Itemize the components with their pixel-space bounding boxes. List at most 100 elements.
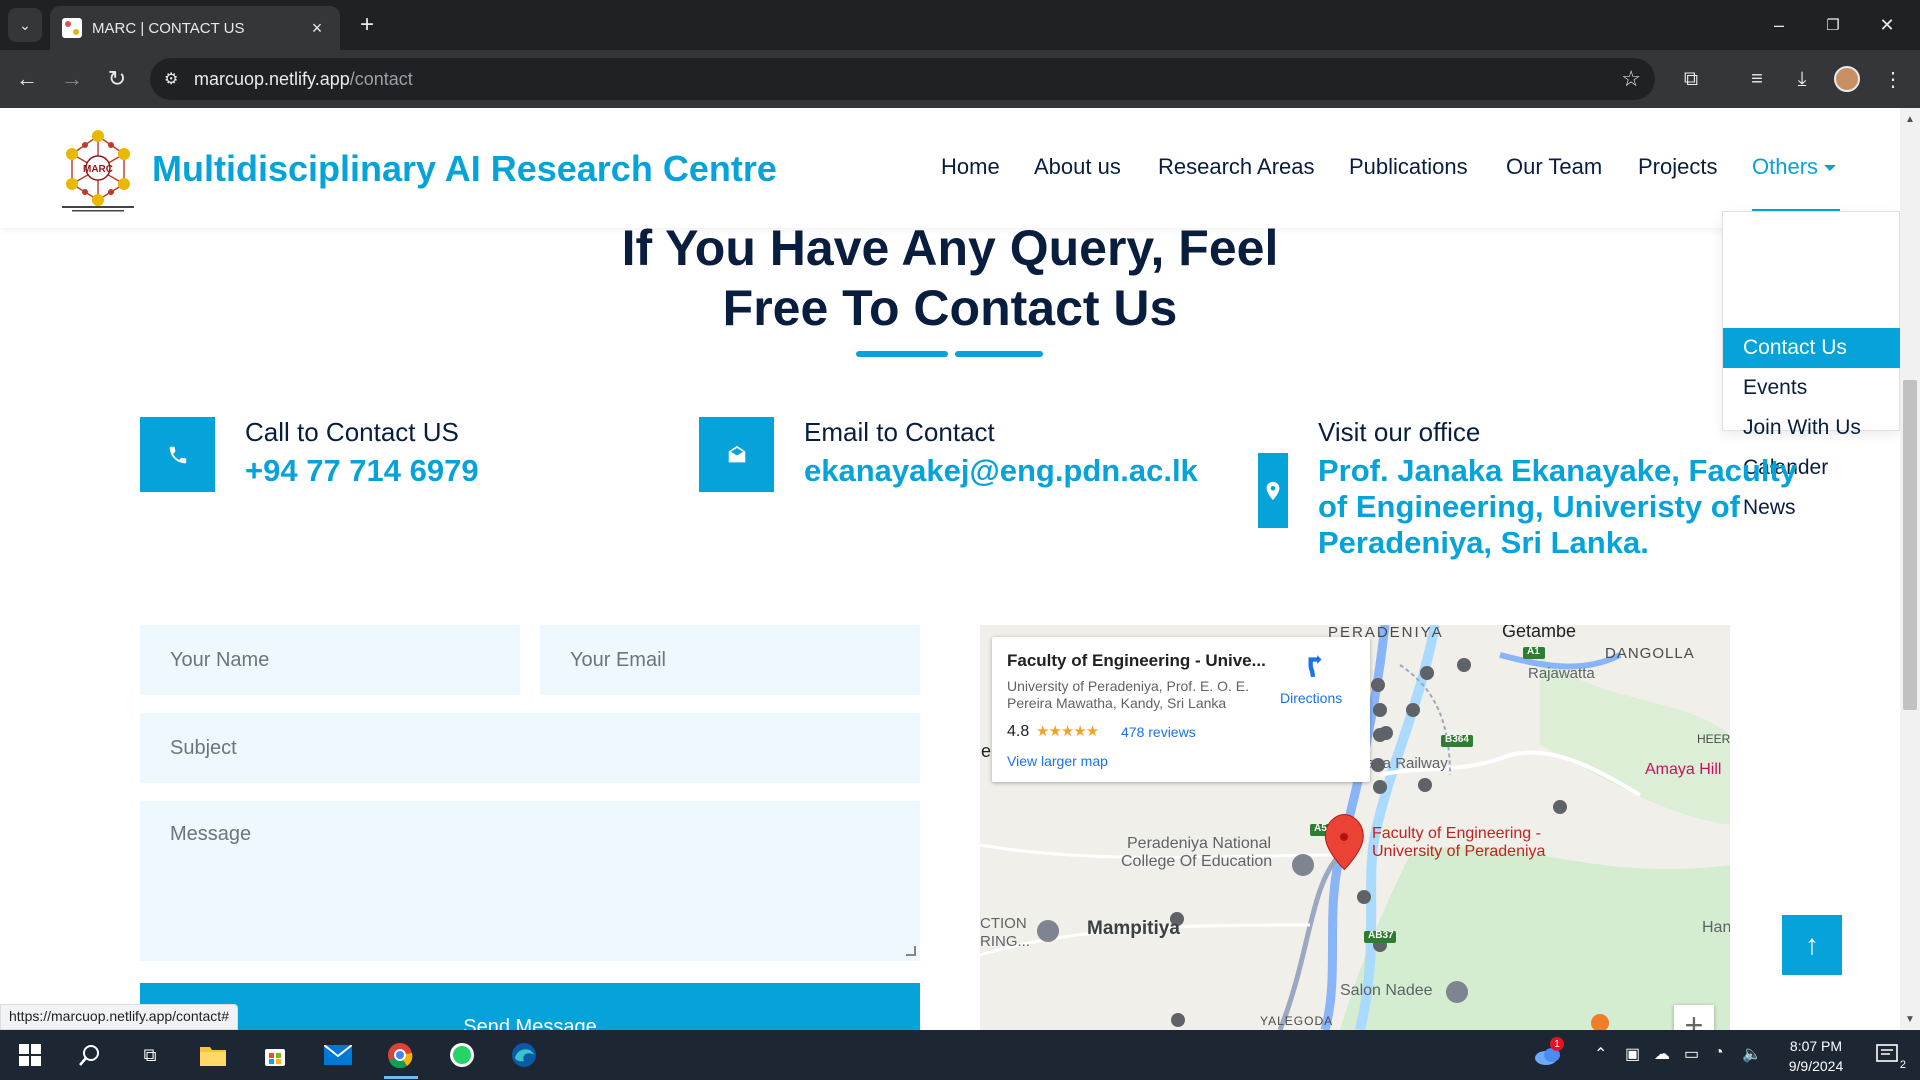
restore-button[interactable]: ❐: [1810, 8, 1856, 42]
downloads-icon[interactable]: ⤓: [1785, 62, 1819, 96]
place-title: Faculty of Engineering - Unive...: [1007, 651, 1266, 670]
back-to-top-button[interactable]: ↑: [1782, 915, 1842, 975]
system-clock[interactable]: 8:07 PM 9/9/2024: [1770, 1036, 1862, 1076]
url-text[interactable]: marcuop.netlify.app/contact: [194, 69, 1621, 90]
office-label: Visit our office: [1318, 417, 1481, 447]
mail-icon[interactable]: [318, 1035, 358, 1075]
battery-icon[interactable]: ▭: [1684, 1044, 1699, 1064]
link-status-bar: https://marcuop.netlify.app/contact#: [0, 1004, 238, 1030]
scroll-thumb[interactable]: [1903, 380, 1917, 710]
map-zoom-in-button[interactable]: +: [1674, 1005, 1714, 1030]
weather-notification-badge: 1: [1550, 1037, 1564, 1051]
contact-heading-line2: Free To Contact Us: [722, 280, 1178, 336]
close-window-button[interactable]: ✕: [1864, 8, 1910, 42]
nav-projects[interactable]: Projects: [1638, 154, 1717, 180]
search-icon[interactable]: [70, 1035, 110, 1075]
back-button[interactable]: ←: [10, 62, 44, 96]
email-input[interactable]: [540, 625, 920, 695]
windows-taskbar: ⧉ 1 ⌃ ▣ ☁ ▭ ◔ 🔈 8:07 PM 9/9/2024 2: [0, 1030, 1920, 1080]
map-label-mampitiya: Mampitiya: [1087, 918, 1180, 939]
url-path: /contact: [349, 68, 413, 89]
windows-start-icon[interactable]: [10, 1035, 50, 1075]
wifi-icon[interactable]: ◔: [1714, 1044, 1724, 1062]
map-label-yalegoda: YALEGODA: [1260, 1014, 1334, 1028]
phone-number-link[interactable]: +94 77 714 6979: [245, 453, 479, 489]
minimize-button[interactable]: –: [1756, 8, 1802, 42]
textarea-resize-handle[interactable]: [906, 946, 916, 956]
nav-others[interactable]: Others: [1752, 154, 1837, 180]
subject-input[interactable]: [140, 713, 920, 783]
rating-stars-icon: ★★★★★: [1036, 723, 1099, 740]
map-label-e: e: [981, 741, 992, 761]
meet-now-icon[interactable]: ▣: [1625, 1044, 1640, 1064]
envelope-open-icon: [699, 417, 774, 492]
dropdown-item-join-with-us[interactable]: Join With Us: [1723, 408, 1900, 448]
phone-icon: [140, 417, 215, 492]
email-link[interactable]: ekanayakej@eng.pdn.ac.lk: [804, 453, 1198, 489]
browser-toolbar: ← → ↻ ⚙ marcuop.netlify.app/contact ☆ ⧉ …: [0, 50, 1920, 108]
map-marker-icon: [1258, 453, 1288, 528]
dropdown-item-contact-us[interactable]: Contact Us: [1723, 328, 1900, 368]
whatsapp-icon[interactable]: [442, 1035, 482, 1075]
tab-title: MARC | CONTACT US: [92, 19, 245, 37]
reviews-link[interactable]: 478 reviews: [1121, 724, 1196, 740]
place-address-line1: University of Peradeniya, Prof. E. O. E.: [1007, 678, 1249, 694]
bookmark-star-icon[interactable]: ☆: [1621, 66, 1641, 92]
extensions-icon[interactable]: ⧉: [1674, 62, 1708, 96]
new-tab-button[interactable]: +: [352, 10, 382, 40]
show-hidden-icons-chevron-icon[interactable]: ⌃: [1594, 1044, 1607, 1064]
name-input[interactable]: [140, 625, 520, 695]
map-label-dangolla: DANGOLLA: [1605, 645, 1695, 662]
forward-button[interactable]: →: [55, 62, 89, 96]
file-explorer-icon[interactable]: [193, 1035, 233, 1075]
profile-avatar[interactable]: [1834, 66, 1860, 92]
nav-home[interactable]: Home: [941, 154, 1000, 180]
scroll-down-arrow-icon[interactable]: ▼: [1900, 1010, 1920, 1028]
google-map-embed[interactable]: PERADENIYA Getambe DANGOLLA Rajawatta an…: [980, 625, 1730, 1030]
scroll-up-arrow-icon[interactable]: ▲: [1900, 110, 1920, 128]
tab-search-button[interactable]: ⌄: [8, 8, 42, 42]
map-label-salon-nadee: Salon Nadee: [1340, 982, 1433, 999]
browser-titlebar: ⌄ MARC | CONTACT US × + – ❐ ✕: [0, 0, 1920, 50]
page-scrollbar[interactable]: ▲ ▼: [1900, 108, 1920, 1030]
marc-logo[interactable]: MARC: [58, 126, 138, 212]
nav-our-team[interactable]: Our Team: [1506, 154, 1602, 180]
directions-link[interactable]: Directions: [1280, 690, 1342, 706]
map-route-a5: A5: [1314, 823, 1327, 834]
message-textarea[interactable]: [140, 801, 920, 961]
clock-time: 8:07 PM: [1789, 1038, 1843, 1054]
browser-menu-icon[interactable]: ⋮: [1876, 62, 1910, 96]
map-label-getambe: Getambe: [1502, 625, 1577, 641]
directions-icon[interactable]: [1302, 653, 1328, 679]
reload-button[interactable]: ↻: [100, 62, 134, 96]
notification-count: 2: [1899, 1059, 1906, 1071]
map-label-college-line2: College Of Education: [1121, 853, 1273, 870]
notification-center-icon[interactable]: 2: [1868, 1035, 1908, 1075]
place-address-line2: Pereira Mawatha, Kandy, Sri Lanka: [1007, 695, 1227, 711]
nav-others-label: Others: [1752, 154, 1819, 179]
onedrive-icon[interactable]: ☁: [1654, 1044, 1670, 1064]
site-header: MARC Multidisciplinary AI Research Centr…: [0, 108, 1900, 228]
map-label-faculty-line1: Faculty of Engineering -: [1372, 825, 1541, 842]
heading-divider-left: [856, 351, 948, 357]
call-label: Call to Contact US: [245, 417, 459, 447]
volume-icon[interactable]: 🔈: [1742, 1044, 1762, 1064]
dropdown-item-events[interactable]: Events: [1723, 368, 1900, 408]
tab-close-icon[interactable]: ×: [306, 18, 328, 39]
active-tab[interactable]: MARC | CONTACT US ×: [50, 6, 340, 50]
send-message-button[interactable]: Send Message: [140, 983, 920, 1030]
nav-publications[interactable]: Publications: [1349, 154, 1468, 180]
brand-title[interactable]: Multidisciplinary AI Research Centre: [152, 148, 777, 190]
view-larger-map-link[interactable]: View larger map: [1007, 753, 1108, 769]
nav-research-areas[interactable]: Research Areas: [1158, 154, 1315, 180]
edge-icon[interactable]: [504, 1035, 544, 1075]
task-view-icon[interactable]: ⧉: [130, 1035, 170, 1075]
map-label-college-line1: Peradeniya National: [1127, 835, 1272, 852]
site-info-icon[interactable]: ⚙: [164, 69, 194, 89]
media-controls-icon[interactable]: ≡: [1740, 62, 1774, 96]
nav-about[interactable]: About us: [1034, 154, 1121, 180]
address-bar[interactable]: ⚙ marcuop.netlify.app/contact ☆: [150, 58, 1655, 100]
chrome-active-indicator: [384, 1076, 418, 1079]
microsoft-store-icon[interactable]: [255, 1035, 295, 1075]
chrome-icon[interactable]: [380, 1035, 420, 1075]
